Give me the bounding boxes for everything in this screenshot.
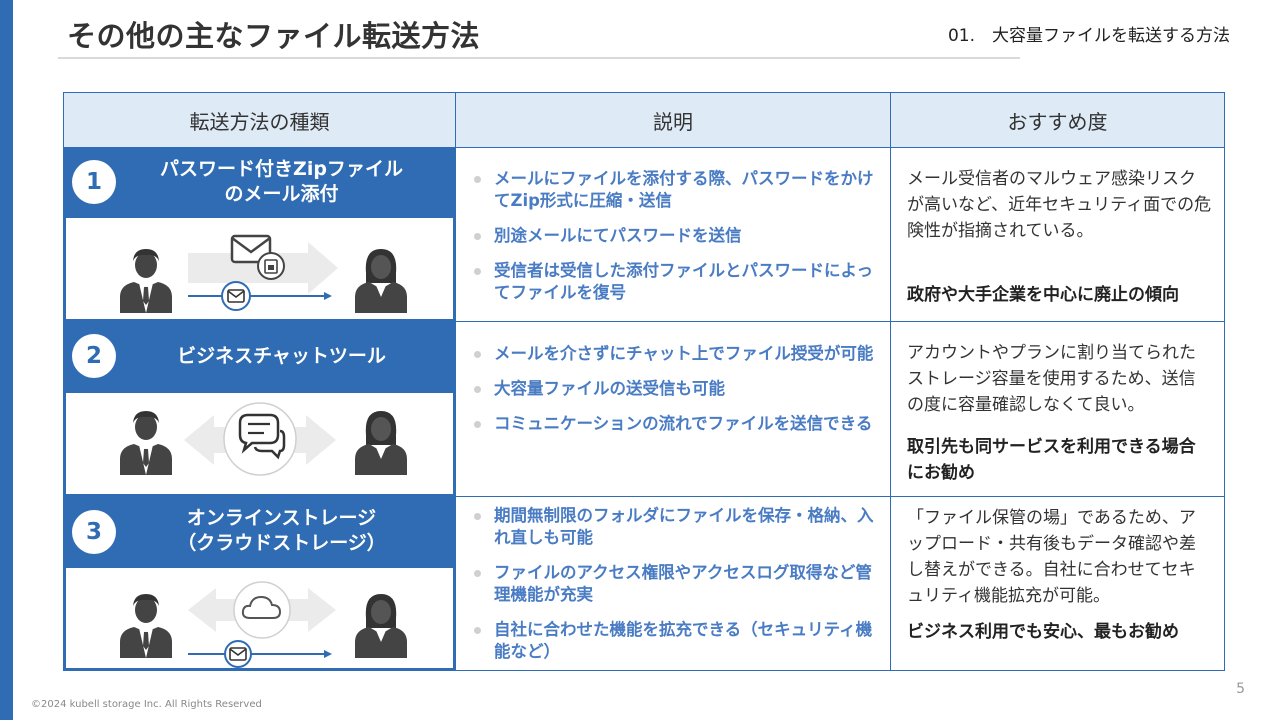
- businessman-icon: [120, 411, 172, 475]
- method-name-line: パスワード付きZipファイル: [160, 158, 403, 180]
- section-label: 01. 大容量ファイルを転送する方法: [947, 26, 1230, 46]
- description-bullet: メールにファイルを添付する際、パスワードをかけてZip形式に圧縮・送信: [474, 168, 884, 212]
- description-cell-2: メールを介さずにチャット上でファイル授受が可能 大容量ファイルの送受信も可能 コ…: [474, 343, 884, 435]
- number-badge: 1: [72, 160, 116, 204]
- arrow-head-icon: [324, 650, 332, 658]
- row-divider: [455, 321, 1224, 322]
- method-illustration-3: [64, 566, 455, 670]
- method-header-1: 1 パスワード付きZipファイル のメール添付: [64, 148, 455, 216]
- title-underline: [58, 57, 1020, 59]
- transfer-methods-table: 転送方法の種類 説明 おすすめ度 1 パスワード付きZipファイル のメール添付: [63, 92, 1225, 671]
- description-bullet: 自社に合わせた機能を拡充できる（セキュリティ機能など）: [474, 619, 884, 663]
- recommendation-text: 「ファイル保管の場」であるため、アップロード・共有後もデータ確認や差し替えができ…: [907, 508, 1196, 606]
- recommendation-emphasis: ビジネス利用でも安心、最もお勧め: [907, 622, 1179, 642]
- arrow-head-icon: [324, 292, 332, 300]
- column-divider: [890, 148, 891, 670]
- description-bullet: 期間無制限のフォルダにファイルを保存・格納、入れ直しも可能: [474, 505, 884, 549]
- header-method-type: 転送方法の種類: [64, 93, 455, 148]
- businesswoman-icon: [355, 411, 407, 475]
- recommendation-emphasis: 政府や大手企業を中心に廃止の傾向: [907, 285, 1179, 305]
- recommendation-text: メール受信者のマルウェア感染リスクが高いなど、近年セキュリティ面での危険性が指摘…: [907, 169, 1212, 241]
- method-header-3: 3 オンラインストレージ （クラウドストレージ）: [64, 496, 455, 566]
- businesswoman-icon: [355, 594, 407, 658]
- zip-mail-illustration: [66, 234, 453, 319]
- description-bullet: 受信者は受信した添付ファイルとパスワードによってファイルを復号: [474, 260, 884, 304]
- column-divider: [455, 148, 456, 670]
- businessman-icon: [120, 249, 172, 313]
- method-name-line: （クラウドストレージ）: [177, 532, 386, 554]
- page-number: 5: [1236, 681, 1245, 697]
- method-name-line: のメール添付: [224, 183, 339, 205]
- method-name: ビジネスチャットツール: [116, 331, 447, 381]
- number-badge: 3: [72, 510, 116, 554]
- description-bullet: コミュニケーションの流れでファイルを送信できる: [474, 413, 884, 435]
- copyright-notice: ©2024 kubell storage Inc. All Rights Res…: [31, 699, 262, 710]
- header-description: 説明: [455, 93, 890, 148]
- mail-circle-icon: [221, 281, 251, 311]
- slide-title: その他の主なファイル転送方法: [67, 19, 481, 53]
- row-divider: [455, 496, 1224, 497]
- description-bullet: 別途メールにてパスワードを送信: [474, 225, 884, 247]
- cloud-storage-illustration: [66, 581, 453, 668]
- number-badge: 2: [72, 334, 116, 378]
- chat-tool-illustration: [66, 402, 453, 476]
- method-name: パスワード付きZipファイル のメール添付: [116, 156, 447, 208]
- description-bullet: メールを介さずにチャット上でファイル授受が可能: [474, 343, 884, 365]
- method-illustration-1: [64, 216, 455, 321]
- mail-circle-icon: [224, 640, 252, 668]
- businesswoman-icon: [355, 249, 407, 313]
- description-cell-1: メールにファイルを添付する際、パスワードをかけてZip形式に圧縮・送信 別途メー…: [474, 168, 884, 304]
- accent-side-bar: [0, 0, 13, 720]
- recommendation-emphasis: 取引先も同サービスを利用できる場合にお勧め: [907, 437, 1196, 483]
- method-illustration-2: [64, 391, 455, 496]
- recommendation-text: アカウントやプランに割り当てられたストレージ容量を使用するため、送信の度に容量確…: [907, 343, 1196, 415]
- description-cell-3: 期間無制限のフォルダにファイルを保存・格納、入れ直しも可能 ファイルのアクセス権…: [474, 505, 884, 663]
- locked-file-icon: [257, 252, 285, 280]
- businessman-icon: [120, 594, 172, 658]
- header-recommendation: おすすめ度: [890, 93, 1224, 148]
- description-bullet: ファイルのアクセス権限やアクセスログ取得など管理機能が充実: [474, 562, 884, 606]
- method-name: オンラインストレージ （クラウドストレージ）: [116, 504, 447, 558]
- method-name-line: オンラインストレージ: [186, 507, 377, 529]
- description-bullet: 大容量ファイルの送受信も可能: [474, 378, 884, 400]
- method-header-2: 2 ビジネスチャットツール: [64, 321, 455, 391]
- method-name-line: ビジネスチャットツール: [177, 344, 386, 367]
